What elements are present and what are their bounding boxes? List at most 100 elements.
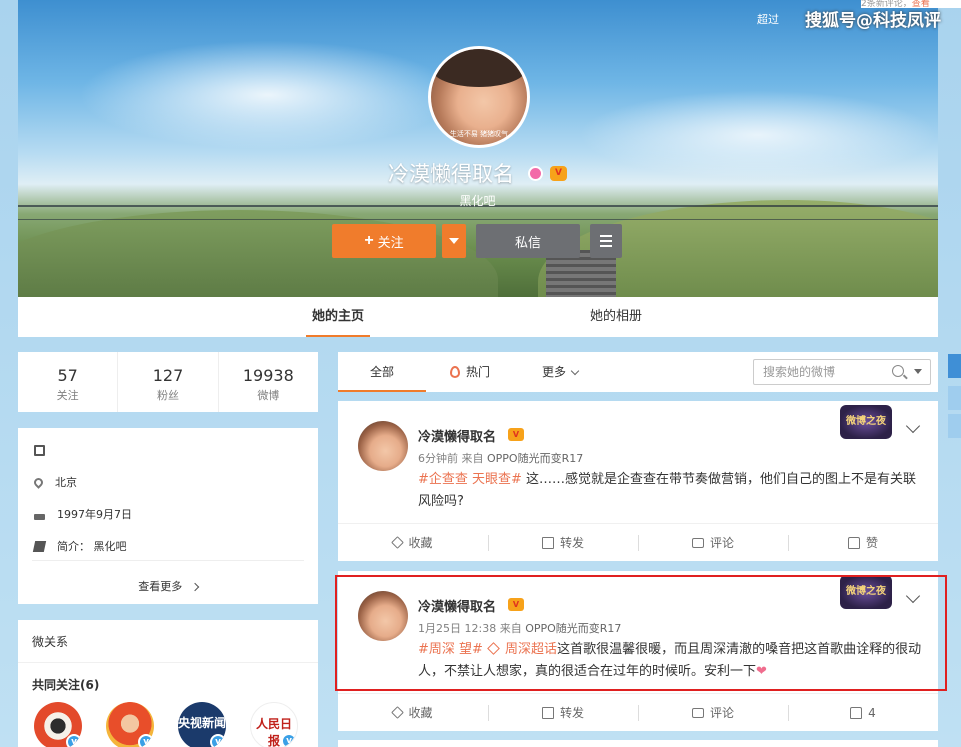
- post-avatar[interactable]: [358, 591, 408, 641]
- comment-icon: [691, 537, 704, 548]
- supertopic-icon: [487, 642, 500, 655]
- stat-fans[interactable]: 127 粉丝: [117, 352, 217, 412]
- follow-button[interactable]: + 关注: [332, 224, 436, 258]
- fav-button[interactable]: 收藏: [338, 524, 488, 561]
- menu-icon-line: [600, 240, 612, 242]
- info-row-level: [34, 440, 45, 460]
- gender-female-icon: [528, 166, 543, 181]
- post-time[interactable]: 1月25日 12:38: [418, 622, 496, 635]
- message-button[interactable]: 私信: [476, 224, 580, 258]
- stat-following[interactable]: 57 关注: [18, 352, 117, 412]
- birthday-text: 1997年9月7日: [57, 508, 132, 521]
- star-icon: [391, 536, 405, 549]
- like-count: 4: [868, 705, 876, 720]
- vip-crown-icon[interactable]: V: [508, 428, 524, 441]
- divider: [18, 662, 318, 663]
- thumbs-up-icon: [850, 706, 863, 719]
- comment-icon: [691, 707, 704, 718]
- comment-label: 评论: [709, 536, 734, 550]
- side-tab[interactable]: [948, 386, 961, 410]
- stat-label: 粉丝: [156, 389, 179, 402]
- search-icon[interactable]: [892, 365, 904, 377]
- weibo-post: [338, 740, 938, 747]
- stat-weibo[interactable]: 19938 微博: [217, 352, 318, 412]
- vip-crown-icon[interactable]: V: [508, 598, 524, 611]
- more-label: 更多: [542, 365, 567, 379]
- supertopic-link[interactable]: 周深超话: [483, 642, 557, 657]
- heart-icon: ❤: [756, 664, 767, 679]
- like-button[interactable]: 4: [788, 694, 938, 731]
- post-body: #周深 望# 周深超话这首歌很温馨很暖，而且周深清澈的嗓音把这首歌曲诠释的很动人…: [418, 639, 923, 683]
- feed-tab-all[interactable]: 全部: [338, 352, 426, 392]
- comment-button[interactable]: 评论: [638, 694, 788, 731]
- post-avatar[interactable]: [358, 421, 408, 471]
- post-menu-chevron-icon[interactable]: [905, 418, 921, 434]
- vip-crown-icon[interactable]: V: [550, 166, 567, 181]
- like-button[interactable]: 赞: [788, 524, 938, 561]
- profile-info-card: 北京 1997年9月7日 简介： 黑化吧 查看更多: [18, 428, 318, 604]
- post-meta: 1月25日 12:38 来自 OPPO随光而变R17: [418, 620, 621, 636]
- comment-button[interactable]: 评论: [638, 524, 788, 561]
- tab-home[interactable]: 她的主页: [306, 297, 370, 337]
- feed-tab-more[interactable]: 更多: [542, 352, 580, 392]
- chevron-right-icon: [190, 582, 199, 592]
- more-menu-button[interactable]: [590, 224, 622, 258]
- chevron-down-icon: [570, 366, 580, 375]
- birthday-cake-icon: [34, 513, 45, 520]
- see-more-link[interactable]: 查看更多: [18, 578, 318, 594]
- post-author[interactable]: 冷漠懒得取名: [418, 596, 496, 615]
- common-follow-avatar-cctv[interactable]: 央视新闻 v: [178, 702, 226, 747]
- common-follow-avatar-peoplesdaily[interactable]: 人民日报 v: [250, 702, 298, 747]
- stats-card: 57 关注 127 粉丝 19938 微博: [18, 352, 318, 412]
- over-hint: 超过: [757, 13, 779, 26]
- share-button[interactable]: 转发: [488, 524, 638, 561]
- feed-tab-hot[interactable]: 热门: [450, 352, 490, 392]
- stat-label: 微博: [257, 389, 280, 402]
- post-topic-tag[interactable]: #企查查 天眼查#: [418, 472, 522, 487]
- stat-label: 关注: [56, 389, 79, 402]
- share-label: 转发: [559, 536, 584, 550]
- common-follow-title: 共同关注(6): [32, 678, 100, 692]
- intro-text: 简介： 黑化吧: [57, 540, 127, 553]
- post-menu-chevron-icon[interactable]: [905, 588, 921, 604]
- feed-search: [753, 359, 931, 385]
- profile-tabs: 她的主页 她的相册: [18, 297, 938, 337]
- info-row-location: 北京: [32, 472, 77, 492]
- post-actions: 收藏 转发 评论 赞: [338, 523, 938, 561]
- info-row-intro: 简介： 黑化吧: [32, 536, 127, 556]
- thumbs-up-icon: [847, 536, 860, 549]
- caret-down-icon: [449, 238, 459, 244]
- relations-card: 微关系 共同关注(6) v v 央视新闻 v 人民日报 v: [18, 620, 318, 747]
- post-source[interactable]: OPPO随光而变R17: [525, 622, 621, 635]
- like-label: 赞: [865, 536, 878, 550]
- common-follow-avatar[interactable]: v: [106, 702, 154, 747]
- post-actions: 收藏 转发 评论 4: [338, 693, 938, 731]
- side-tab[interactable]: [948, 354, 961, 378]
- hot-label: 热门: [466, 365, 491, 379]
- side-tab[interactable]: [948, 414, 961, 438]
- post-topic-tag[interactable]: #周深 望#: [418, 642, 483, 657]
- post-author[interactable]: 冷漠懒得取名: [418, 426, 496, 445]
- info-row-birthday: 1997年9月7日: [34, 504, 132, 524]
- location-pin-icon: [32, 475, 45, 489]
- stat-number: 57: [57, 366, 78, 385]
- feed-search-input[interactable]: [754, 360, 884, 384]
- profile-username: 冷漠懒得取名: [388, 162, 514, 186]
- comment-label: 评论: [709, 706, 734, 720]
- post-source[interactable]: OPPO随光而变R17: [487, 452, 583, 465]
- post-time[interactable]: 6分钟前: [418, 452, 458, 465]
- follow-dropdown-button[interactable]: [442, 224, 466, 258]
- share-button[interactable]: 转发: [488, 694, 638, 731]
- profile-bio: 黑化吧: [459, 194, 496, 208]
- theme-badge: 微博之夜: [840, 405, 892, 439]
- intro-edit-icon: [32, 540, 47, 552]
- tab-album[interactable]: 她的相册: [584, 297, 648, 337]
- common-follow-avatar[interactable]: v: [34, 702, 82, 747]
- weibo-post: 冷漠懒得取名 V 6分钟前 来自 OPPO随光而变R17 #企查查 天眼查# 这…: [338, 401, 938, 561]
- location-text: 北京: [55, 476, 77, 489]
- fav-button[interactable]: 收藏: [338, 694, 488, 731]
- profile-avatar[interactable]: 生活不易 猪猪叹气: [428, 46, 530, 148]
- fav-label: 收藏: [408, 706, 433, 720]
- caret-down-icon[interactable]: [914, 369, 922, 374]
- fav-label: 收藏: [408, 536, 433, 550]
